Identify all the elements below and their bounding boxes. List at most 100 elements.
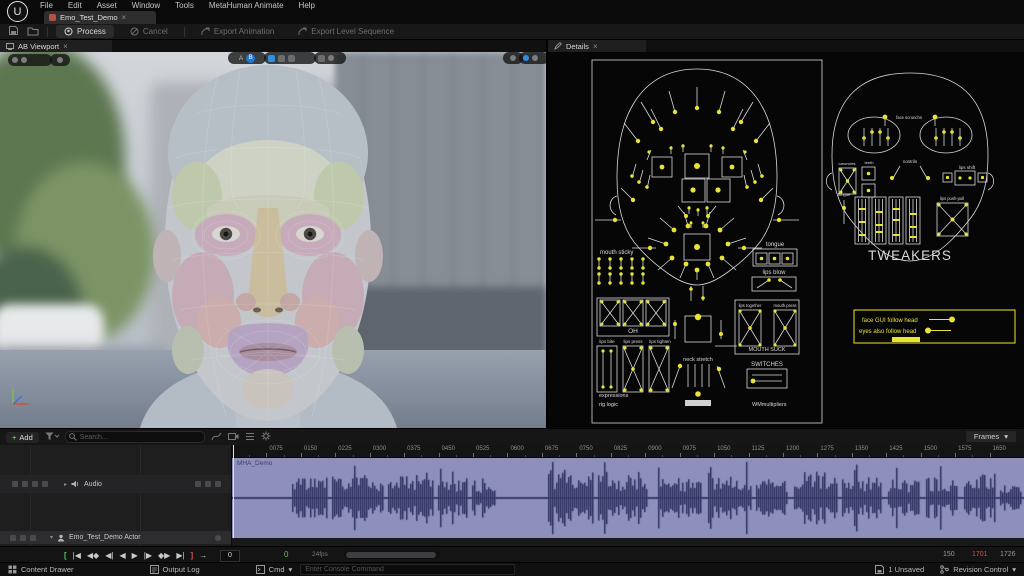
- view-b-button[interactable]: B: [246, 54, 255, 63]
- search-box[interactable]: [65, 431, 205, 443]
- tab-details[interactable]: Details ×: [548, 40, 646, 52]
- eyes-follow-slider[interactable]: [925, 328, 931, 334]
- settings-icon: [510, 55, 516, 61]
- export-animation-button[interactable]: Export Animation: [193, 25, 282, 38]
- track-lock-icon[interactable]: [12, 481, 18, 487]
- depth-icon[interactable]: [278, 55, 285, 62]
- camera-b-icon[interactable]: [532, 55, 538, 61]
- cancel-button[interactable]: Cancel: [122, 25, 176, 38]
- menu-tools[interactable]: Tools: [175, 1, 194, 10]
- track-lock-icon[interactable]: [10, 535, 16, 541]
- content-drawer-button[interactable]: Content Drawer: [0, 563, 82, 576]
- asset-tab-emo-test-demo[interactable]: Emo_Test_Demo ×: [44, 11, 156, 24]
- close-icon[interactable]: ×: [593, 42, 598, 51]
- browse-asset-icon[interactable]: [27, 23, 39, 41]
- process-button[interactable]: Process: [56, 25, 114, 38]
- menu-asset[interactable]: Asset: [97, 1, 117, 10]
- revision-control-button[interactable]: Revision Control ▾: [932, 563, 1024, 576]
- follow-head-slider[interactable]: [949, 317, 955, 323]
- metahuman-head-mesh[interactable]: [0, 58, 546, 428]
- toolbar-divider: [184, 27, 185, 37]
- expand-arrow-icon[interactable]: ▸: [64, 481, 67, 488]
- audio-waveform[interactable]: [232, 458, 1024, 538]
- actor-track-row[interactable]: ▾ Emo_Test_Demo Actor: [0, 531, 231, 544]
- curve-editor-icon[interactable]: [211, 428, 222, 446]
- previous-key-button[interactable]: ◀◆: [85, 548, 101, 563]
- view-a-button[interactable]: A: [239, 55, 243, 62]
- audio-track-row[interactable]: ▸ Audio: [0, 475, 231, 493]
- filter-icon[interactable]: [45, 428, 59, 446]
- label-rig-logic: rig logic: [599, 402, 618, 408]
- track-more-icon[interactable]: [215, 481, 221, 487]
- add-label: Add: [19, 433, 32, 442]
- performance-asset-icon: [49, 14, 56, 21]
- add-track-button[interactable]: + Add: [6, 432, 39, 443]
- save-icon[interactable]: [8, 23, 19, 41]
- viewport-maximize-button[interactable]: [50, 54, 70, 66]
- track-solo-icon[interactable]: [30, 535, 36, 541]
- mesh-icon[interactable]: [288, 55, 295, 62]
- ruler-tick-minor: [318, 455, 319, 457]
- track-options-icon[interactable]: [42, 481, 48, 487]
- step-forward-button[interactable]: |▶: [142, 548, 154, 563]
- camera-a-icon[interactable]: [523, 55, 529, 61]
- menu-file[interactable]: File: [40, 1, 53, 10]
- set-start-button[interactable]: [: [62, 548, 69, 563]
- unsaved-button[interactable]: 1 Unsaved: [867, 563, 932, 576]
- track-solo-icon[interactable]: [32, 481, 38, 487]
- follow-head-box[interactable]: face GUI follow head eyes also follow he…: [854, 310, 1015, 343]
- jump-button[interactable]: →: [197, 548, 209, 563]
- track-mute-icon[interactable]: [20, 535, 26, 541]
- export-level-sequence-button[interactable]: Export Level Sequence: [290, 25, 402, 38]
- footage-display-toggle[interactable]: [264, 52, 316, 64]
- playhead[interactable]: [233, 445, 234, 538]
- set-end-button[interactable]: ]: [189, 548, 196, 563]
- track-curve-icon[interactable]: [205, 481, 211, 487]
- sequencer-toolbar: + Add Frames ▾: [0, 429, 1024, 445]
- output-log-button[interactable]: Output Log: [142, 563, 208, 576]
- menu-window[interactable]: Window: [132, 1, 160, 10]
- to-end-button[interactable]: ▶|: [174, 548, 186, 563]
- search-input[interactable]: [65, 431, 205, 443]
- camera-toggle[interactable]: [519, 52, 546, 64]
- menu-metahuman-animate[interactable]: MetaHuman Animate: [209, 1, 284, 10]
- viewport-options-pill[interactable]: [8, 54, 52, 66]
- overlay-toggle[interactable]: [314, 52, 346, 64]
- close-icon[interactable]: ×: [63, 42, 68, 51]
- track-key-icon[interactable]: [195, 481, 201, 487]
- frame-field[interactable]: 0: [220, 550, 240, 562]
- cmd-dropdown[interactable]: Cmd ▾: [248, 563, 301, 576]
- viewport-3d[interactable]: A B: [0, 52, 546, 428]
- scrollbar-thumb[interactable]: [346, 552, 436, 558]
- frames-dropdown[interactable]: Frames ▾: [966, 431, 1016, 442]
- timeline-track-area[interactable]: MHA_Demo: [232, 458, 1024, 538]
- timeline-ruler[interactable]: 0075015002250300037504500525060006750750…: [232, 445, 1024, 458]
- points-icon[interactable]: [328, 55, 334, 61]
- camera-icon[interactable]: [228, 428, 239, 446]
- collapse-arrow-icon[interactable]: ▾: [50, 534, 53, 541]
- track-camera-icon[interactable]: [215, 535, 221, 541]
- control-board-svg[interactable]: mouth sticky tongue lips blow OH lips bi…: [548, 58, 1024, 428]
- play-reverse-button[interactable]: ◀: [117, 548, 127, 563]
- timeline-scrollbar[interactable]: [344, 551, 440, 559]
- unsaved-label: 1 Unsaved: [888, 565, 924, 574]
- asset-tab-bar: Emo_Test_Demo ×: [0, 11, 1024, 24]
- track-mute-icon[interactable]: [22, 481, 28, 487]
- play-button[interactable]: ▶: [130, 548, 140, 563]
- step-back-button[interactable]: ◀|: [103, 548, 115, 563]
- ruler-tick-label: 0525: [476, 446, 489, 452]
- list-options-icon[interactable]: [245, 428, 255, 446]
- ab-view-toggle[interactable]: A B: [228, 52, 266, 64]
- label-teeth: teeth: [865, 160, 874, 165]
- settings-gear-icon[interactable]: [261, 428, 271, 446]
- footage-icon[interactable]: [268, 55, 275, 62]
- menu-help[interactable]: Help: [299, 1, 315, 10]
- to-front-button[interactable]: |◀: [71, 548, 83, 563]
- curves-icon[interactable]: [318, 55, 325, 62]
- menu-edit[interactable]: Edit: [68, 1, 82, 10]
- close-icon[interactable]: ×: [122, 13, 127, 22]
- next-key-button[interactable]: ◆▶: [156, 548, 172, 563]
- tab-ab-viewport[interactable]: AB Viewport ×: [0, 40, 112, 52]
- label-mouth-press: mouth press: [773, 303, 796, 308]
- console-command-input[interactable]: [300, 564, 515, 575]
